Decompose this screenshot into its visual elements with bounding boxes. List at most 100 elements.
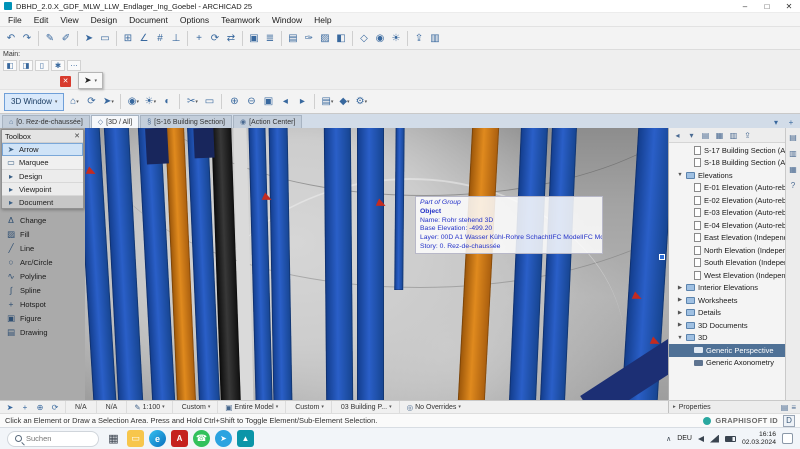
tree-item[interactable]: E-03 Elevation (Auto-rebuil... [669, 207, 785, 220]
zoom-in-icon[interactable]: ⊕ [226, 92, 242, 111]
status-field[interactable]: ✎ 1:100 ▾ [126, 401, 171, 413]
graphisoft-id-badge[interactable]: GRAPHISOFT ID [703, 416, 778, 425]
document-tool-item[interactable]: ╱ Line [0, 241, 85, 255]
acrobat-icon[interactable]: A [171, 430, 188, 447]
language-indicator[interactable]: DEU [677, 435, 692, 442]
separator[interactable] [120, 94, 121, 109]
taskbar-clock[interactable]: 16:16 02.03.2024 [742, 431, 776, 447]
redo-icon[interactable]: ↷ [19, 29, 35, 48]
rotate-icon[interactable]: ⟳ [207, 29, 223, 48]
camera-settings-icon[interactable]: ◉▾ [125, 92, 141, 111]
status-field[interactable]: ◎ No Overrides ▾ [399, 401, 468, 413]
menu-item[interactable]: View [54, 15, 84, 25]
menu-item[interactable]: Help [308, 15, 337, 25]
mirror-icon[interactable]: ⇄ [223, 29, 239, 48]
guide-lines-icon[interactable]: ∠ [136, 29, 152, 48]
view-tab[interactable]: § [S-16 Building Section] [140, 115, 232, 128]
status-field[interactable]: N/A [96, 401, 127, 413]
minimize-button[interactable]: – [734, 0, 756, 12]
3d-viewport[interactable]: Part of Group Object Name: Rohr stehend … [85, 128, 668, 400]
layers-icon[interactable]: ▤ [285, 29, 301, 48]
snap-points-icon[interactable]: # [152, 29, 168, 48]
marquee-view-icon[interactable]: ▭ [201, 92, 217, 111]
tree-item[interactable]: S-17 Building Section (Auto... [669, 144, 785, 157]
sun-icon[interactable]: ☀ [388, 29, 404, 48]
undo-icon[interactable]: ↶ [3, 29, 19, 48]
tree-item[interactable]: North Elevation (Independe... [669, 244, 785, 257]
model-display-icon[interactable]: ◆▾ [336, 92, 352, 111]
separator[interactable] [352, 31, 353, 46]
document-tool-item[interactable]: ∿ Polyline [0, 269, 85, 283]
battery-icon[interactable] [725, 436, 736, 442]
expander-icon[interactable]: ▶ [677, 297, 683, 303]
shadow-icon[interactable]: ◐ [159, 92, 175, 111]
edge-icon[interactable]: e [149, 430, 166, 447]
document-tool-item[interactable]: ∫ Spline [0, 283, 85, 297]
pens-icon[interactable]: ✑ [301, 29, 317, 48]
menu-item[interactable]: Window [266, 15, 308, 25]
task-view-icon[interactable]: ▦ [105, 430, 122, 447]
menu-item[interactable]: File [2, 15, 28, 25]
navigator-strip-icon[interactable]: ▤ [787, 131, 799, 143]
surfaces-icon[interactable]: ◧ [333, 29, 349, 48]
close-palette-button[interactable]: ✕ [60, 76, 71, 87]
gravity-icon[interactable]: ⊥ [168, 29, 184, 48]
organizer-icon[interactable]: ▥ [427, 29, 443, 48]
maximize-button[interactable]: □ [756, 0, 778, 12]
separator[interactable] [221, 94, 222, 109]
expander-icon[interactable]: ▼ [677, 335, 683, 341]
organizer-strip-icon[interactable]: ▥ [787, 147, 799, 159]
pipe-element[interactable] [268, 128, 292, 400]
document-tool-item[interactable]: ▤ Drawing [0, 325, 85, 339]
sun-settings-icon[interactable]: ☀▾ [142, 92, 158, 111]
tree-item[interactable]: South Elevation (Independe... [669, 257, 785, 270]
telegram-icon[interactable]: ➤ [215, 430, 232, 447]
more-options-icon[interactable]: ⋯ [67, 60, 81, 71]
d-badge[interactable]: D [783, 415, 795, 427]
grid-snap-icon[interactable]: ⊞ [120, 29, 136, 48]
network-icon[interactable] [710, 435, 719, 443]
tray-overflow-icon[interactable]: ∧ [666, 435, 671, 443]
orbit-icon[interactable]: ⟳ [83, 92, 99, 111]
volume-icon[interactable] [698, 436, 704, 442]
status-field[interactable]: Custom ▾ [285, 401, 331, 413]
layers-icon[interactable]: ▤▾ [319, 92, 335, 111]
tree-item[interactable]: Generic Perspective [669, 344, 785, 357]
status-field[interactable]: Custom ▾ [172, 401, 218, 413]
whatsapp-icon[interactable]: ☎ [193, 430, 210, 447]
document-tool-item[interactable]: ▨ Fill [0, 227, 85, 241]
tree-item[interactable]: East Elevation (Independent... [669, 232, 785, 245]
tree-item[interactable]: ▼ 3D [669, 332, 785, 345]
toolbox-item[interactable]: ▸ Design [2, 169, 83, 182]
zoom-out-icon[interactable]: ⊖ [243, 92, 259, 111]
chevron-down-icon[interactable]: ▾ [95, 78, 98, 84]
view-tab[interactable]: ◉ [Action Center] [233, 115, 302, 128]
inject-parameters-icon[interactable]: ✐ [58, 29, 74, 48]
document-tool-item[interactable]: ▣ Figure [0, 311, 85, 325]
menu-item[interactable]: Edit [28, 15, 55, 25]
tree-item[interactable]: E-02 Elevation (Auto-rebuil... [669, 194, 785, 207]
separator[interactable] [407, 31, 408, 46]
document-tool-item[interactable]: + Hotspot [0, 297, 85, 311]
close-button[interactable]: ✕ [778, 0, 800, 12]
expander-icon[interactable]: ▶ [677, 322, 683, 328]
menu-item[interactable]: Options [174, 15, 215, 25]
separator[interactable] [281, 31, 282, 46]
favorites-icon[interactable]: ✱ [51, 60, 65, 71]
move-icon[interactable]: + [191, 29, 207, 48]
tree-item[interactable]: E-01 Elevation (Auto-rebuil... [669, 182, 785, 195]
menu-item[interactable]: Design [85, 15, 123, 25]
explore-model-icon[interactable]: ➤▾ [100, 92, 116, 111]
tab-overview-icon[interactable]: ▾ [770, 116, 782, 128]
expander-icon[interactable]: ▼ [677, 172, 683, 178]
document-tool-item[interactable]: Δ Change [0, 213, 85, 227]
pipe-element[interactable] [357, 128, 384, 400]
separator[interactable] [314, 94, 315, 109]
expander-icon[interactable]: ▶ [677, 310, 683, 316]
3d-view-icon[interactable]: ◇ [356, 29, 372, 48]
tree-item[interactable]: ▶ Details [669, 307, 785, 320]
properties-settings-icon[interactable]: ≡ [791, 403, 796, 412]
display-order-icon[interactable]: ≣ [262, 29, 278, 48]
3d-window-button[interactable]: 3D Window ▾ [4, 93, 64, 111]
tree-item[interactable]: S-18 Building Section (Auto... [669, 157, 785, 170]
